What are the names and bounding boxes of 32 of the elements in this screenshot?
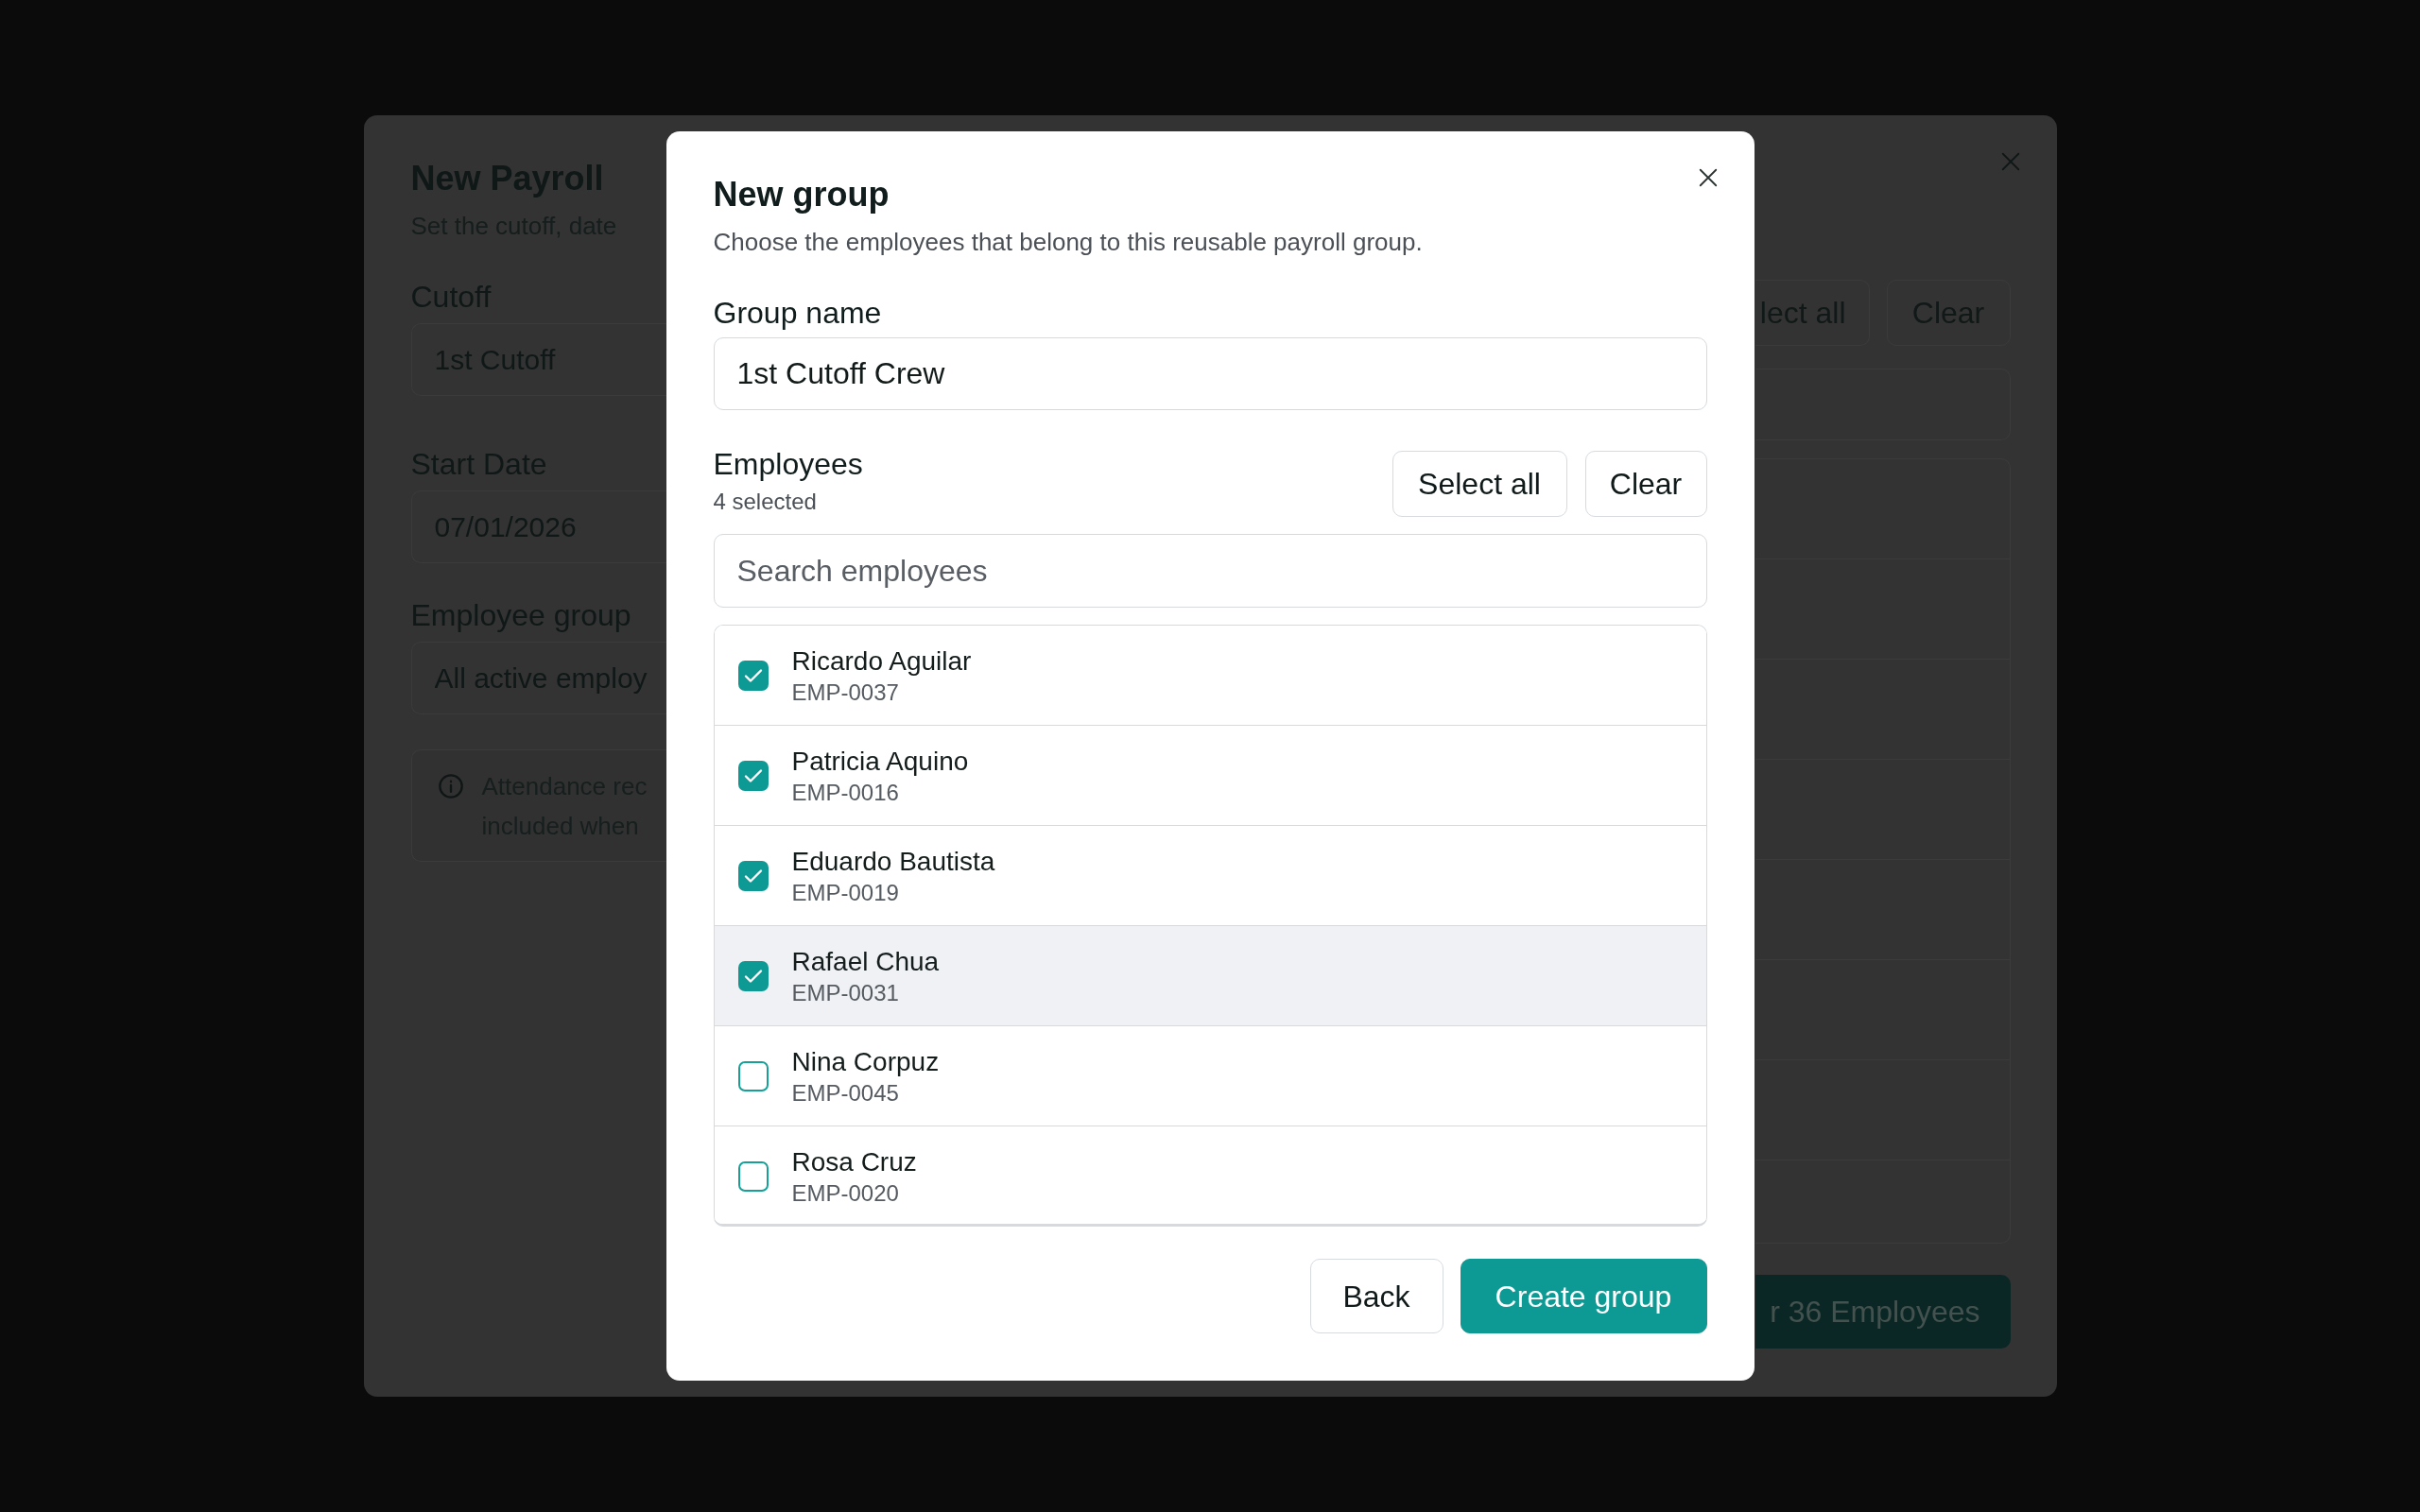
employee-name: Rafael Chua	[791, 945, 940, 978]
selected-count: 4 selected	[713, 488, 817, 516]
input-field[interactable]: 1st Cutoff Crew	[713, 337, 1707, 410]
employee-id: EMP-0037	[791, 678, 899, 707]
employee-id: EMP-0031	[791, 978, 899, 1007]
checkbox[interactable]	[737, 660, 769, 691]
employee-id: EMP-0016	[791, 778, 899, 807]
employee-name: Ricardo Aguilar	[791, 644, 972, 678]
list-row[interactable]: Rafael Chua EMP-0031	[714, 926, 1706, 1026]
checkbox[interactable]	[737, 1060, 769, 1091]
close-icon	[1697, 167, 1719, 188]
list-row[interactable]: Ricardo Aguilar EMP-0037	[714, 626, 1706, 726]
checkbox[interactable]	[737, 760, 769, 791]
checkbox[interactable]	[737, 860, 769, 891]
select-all-button[interactable]: Select all	[1392, 451, 1567, 517]
back-button[interactable]: Back	[1309, 1259, 1443, 1333]
clear-button[interactable]: Clear	[1584, 451, 1707, 517]
checkbox[interactable]	[737, 960, 769, 991]
section-label: Employees	[713, 446, 863, 483]
checkbox[interactable]	[737, 1161, 769, 1192]
employee-name: Patricia Aquino	[791, 745, 969, 778]
info-icon	[437, 773, 464, 799]
close-icon	[1999, 151, 2021, 172]
dialog-title: New group	[713, 174, 890, 215]
employee-id: EMP-0019	[791, 878, 899, 907]
employee-id: EMP-0020	[791, 1179, 899, 1208]
employee-name: Eduardo Bautista	[791, 845, 995, 878]
employee-name: Nina Corpuz	[791, 1045, 940, 1078]
employee-name: Rosa Cruz	[791, 1146, 917, 1178]
field-label: Group name	[713, 295, 882, 332]
dialog-description: Choose the employees that belong to this reusable payroll group.	[713, 227, 1423, 258]
employee-id: EMP-0045	[791, 1078, 899, 1108]
